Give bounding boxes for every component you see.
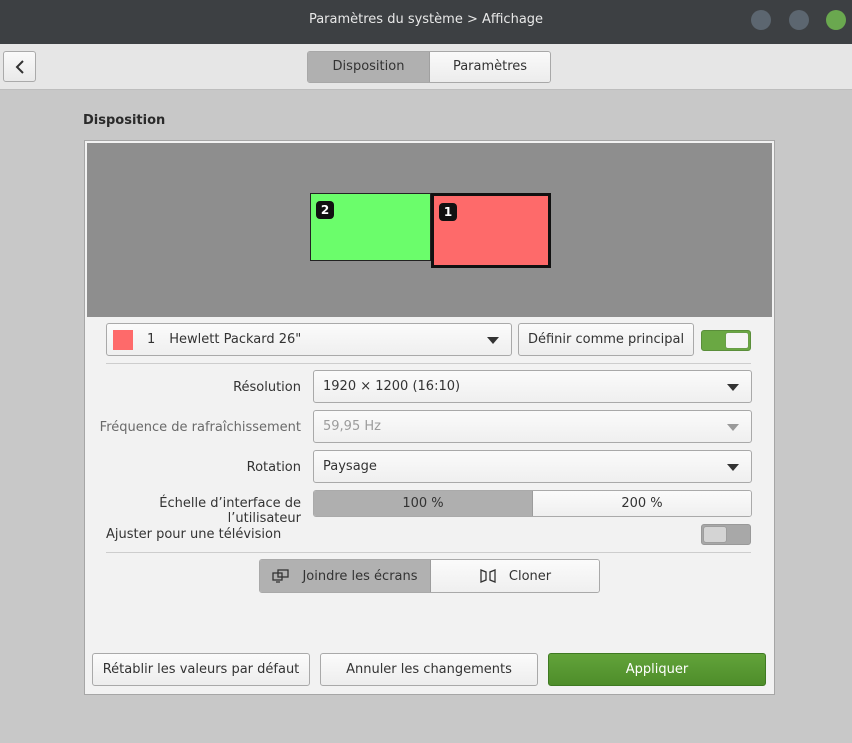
clone-displays-icon	[479, 568, 497, 584]
cancel-changes-button[interactable]: Annuler les changements	[320, 653, 538, 686]
refresh-rate-value: 59,95 Hz	[323, 419, 381, 434]
tab-disposition[interactable]: Disposition	[308, 52, 430, 82]
clone-displays-button[interactable]: Cloner	[431, 560, 599, 592]
resolution-label: Résolution	[233, 380, 301, 395]
resolution-select[interactable]: 1920 × 1200 (16:10)	[313, 370, 752, 403]
refresh-rate-select: 59,95 Hz	[313, 410, 752, 443]
ui-scale-toggle: 100 % 200 %	[313, 490, 752, 517]
rotation-value: Paysage	[323, 459, 377, 474]
switch-knob	[704, 527, 726, 542]
tab-parametres[interactable]: Paramètres	[430, 52, 550, 82]
display-name: Hewlett Packard 26"	[169, 332, 302, 347]
title-bar: Paramètres du système > Affichage	[0, 0, 852, 44]
rotation-label: Rotation	[246, 460, 301, 475]
set-primary-button[interactable]: Définir comme principal	[518, 323, 694, 356]
display-number: 1	[147, 332, 156, 347]
display-enable-switch[interactable]	[701, 330, 751, 351]
minimize-button[interactable]	[751, 10, 771, 30]
view-tabs: Disposition Paramètres	[307, 51, 551, 83]
toolbar: Disposition Paramètres	[0, 44, 852, 90]
join-displays-label: Joindre les écrans	[302, 568, 418, 584]
display-mode-toggle: Joindre les écrans Cloner	[259, 559, 600, 593]
join-displays-button[interactable]: Joindre les écrans	[260, 560, 431, 592]
monitor-number: 2	[316, 201, 334, 219]
divider	[106, 363, 751, 364]
section-heading: Disposition	[83, 113, 166, 128]
tv-adjust-label: Ajuster pour une télévision	[106, 527, 282, 542]
back-button[interactable]	[3, 51, 36, 82]
ui-scale-label: Échelle d’interface de l’utilisateur	[159, 496, 301, 526]
clone-displays-label: Cloner	[508, 568, 552, 584]
dropdown-arrow-icon	[727, 464, 739, 471]
monitor-1[interactable]: 1	[431, 193, 551, 268]
display-select[interactable]: 1 Hewlett Packard 26"	[106, 323, 512, 356]
scale-option-200[interactable]: 200 %	[533, 491, 751, 516]
window-title: Paramètres du système > Affichage	[308, 12, 544, 27]
divider	[106, 552, 751, 553]
monitor-2[interactable]: 2	[310, 193, 431, 261]
join-displays-icon	[272, 569, 290, 583]
scale-option-100[interactable]: 100 %	[314, 491, 533, 516]
rotation-select[interactable]: Paysage	[313, 450, 752, 483]
arrangement-canvas: 2 1	[87, 143, 772, 317]
dropdown-arrow-icon	[487, 337, 499, 344]
monitor-number: 1	[439, 203, 457, 221]
chevron-left-icon	[15, 59, 24, 74]
maximize-button[interactable]	[789, 10, 809, 30]
apply-button[interactable]: Appliquer	[548, 653, 766, 686]
tv-adjust-switch[interactable]	[701, 524, 751, 545]
display-color-swatch	[113, 329, 133, 350]
display-panel: 2 1 1 Hewlett Packard 26" Définir comme …	[84, 140, 775, 695]
resolution-value: 1920 × 1200 (16:10)	[323, 379, 461, 394]
refresh-rate-label: Fréquence de rafraîchissement	[99, 420, 301, 435]
reset-defaults-button[interactable]: Rétablir les valeurs par défaut	[92, 653, 310, 686]
close-button[interactable]	[826, 10, 846, 30]
switch-knob	[726, 333, 748, 348]
dropdown-arrow-icon	[727, 384, 739, 391]
dropdown-arrow-icon	[727, 424, 739, 431]
